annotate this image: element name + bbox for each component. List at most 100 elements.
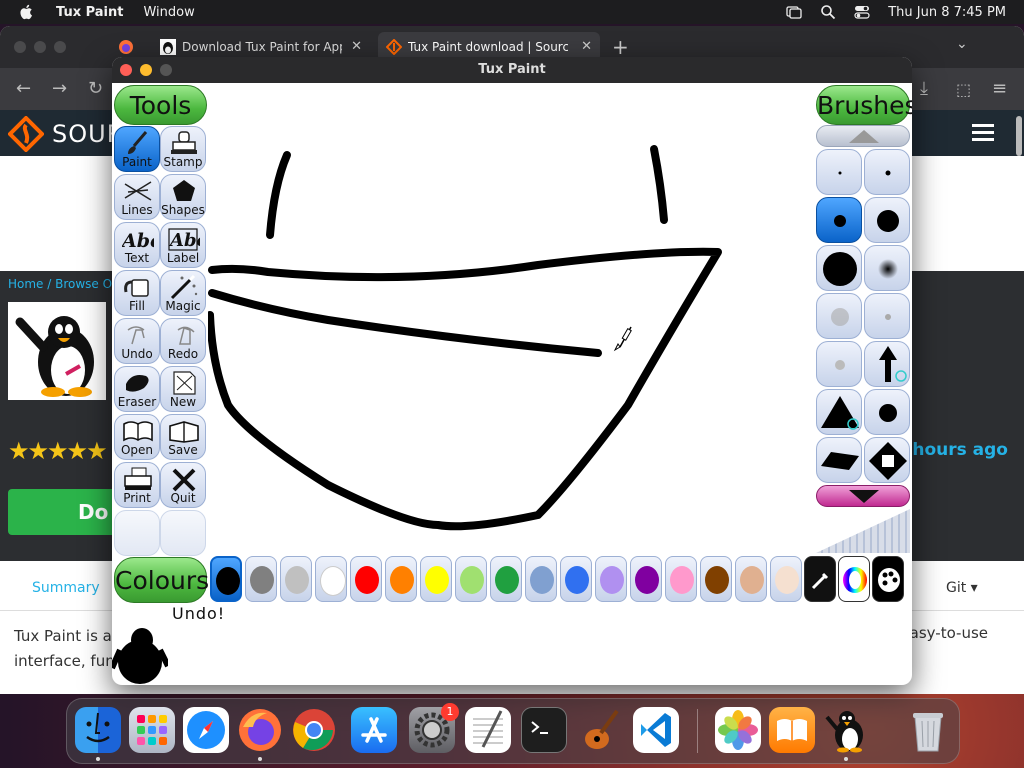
- textedit-icon[interactable]: [465, 707, 511, 753]
- screen-mirroring-icon[interactable]: [786, 4, 802, 20]
- browser-close-button[interactable]: [14, 41, 26, 53]
- tab-close-icon[interactable]: ✕: [351, 39, 362, 54]
- brush-size-slider[interactable]: [816, 509, 910, 553]
- app-store-icon[interactable]: [351, 707, 397, 753]
- colour-swatch[interactable]: [525, 556, 557, 602]
- drawing-canvas[interactable]: [206, 85, 816, 555]
- launchpad-icon[interactable]: [129, 707, 175, 753]
- colour-swatch[interactable]: [245, 556, 277, 602]
- browser-zoom-button[interactable]: [54, 41, 66, 53]
- colour-swatch[interactable]: [700, 556, 732, 602]
- tab-summary[interactable]: Summary: [32, 580, 100, 596]
- tool-open[interactable]: Open: [114, 414, 160, 460]
- forward-arrow-icon[interactable]: →: [52, 78, 67, 99]
- tool-paint[interactable]: Paint: [114, 126, 160, 172]
- firefox-view-icon[interactable]: [118, 39, 134, 55]
- menu-window[interactable]: Window: [143, 5, 194, 20]
- books-icon[interactable]: [769, 707, 815, 753]
- brush-option[interactable]: [864, 389, 910, 435]
- tool-print[interactable]: Print: [114, 462, 160, 508]
- brush-option[interactable]: [816, 341, 862, 387]
- reload-icon[interactable]: ↻: [88, 78, 103, 99]
- tux-paint-dock-icon[interactable]: [823, 707, 869, 753]
- site-menu-icon[interactable]: [972, 124, 994, 142]
- browser-menu-icon[interactable]: ≡: [992, 78, 1007, 99]
- brush-option[interactable]: [816, 389, 862, 435]
- back-arrow-icon[interactable]: ←: [16, 78, 31, 99]
- tool-empty-slot: [160, 510, 206, 556]
- brush-option-selected[interactable]: [816, 197, 862, 243]
- brush-option[interactable]: [864, 245, 910, 291]
- brush-option[interactable]: [864, 293, 910, 339]
- brush-option[interactable]: [816, 293, 862, 339]
- tool-fill[interactable]: Fill: [114, 270, 160, 316]
- chrome-icon[interactable]: [291, 707, 337, 753]
- brush-option[interactable]: [816, 149, 862, 195]
- brush-option[interactable]: [816, 245, 862, 291]
- tool-text[interactable]: Abc Text: [114, 222, 160, 268]
- browser-minimize-button[interactable]: [34, 41, 46, 53]
- tool-shapes[interactable]: Shapes: [160, 174, 206, 220]
- colour-swatch[interactable]: [630, 556, 662, 602]
- colour-swatch[interactable]: [280, 556, 312, 602]
- eyedropper-icon: [811, 572, 829, 590]
- brush-option[interactable]: [864, 197, 910, 243]
- colour-swatch[interactable]: [210, 556, 242, 602]
- brushes-scroll-up[interactable]: [816, 125, 910, 147]
- garageband-icon[interactable]: [577, 707, 623, 753]
- colour-mixer[interactable]: [872, 556, 904, 602]
- terminal-icon[interactable]: [521, 707, 567, 753]
- colour-picker-rainbow[interactable]: [838, 556, 870, 602]
- colour-swatch[interactable]: [315, 556, 347, 602]
- tool-save[interactable]: Save: [160, 414, 206, 460]
- trash-icon[interactable]: [905, 707, 951, 753]
- system-settings-icon[interactable]: 1: [409, 703, 459, 753]
- colour-swatch[interactable]: [770, 556, 802, 602]
- control-center-icon[interactable]: [854, 4, 870, 20]
- vscode-icon[interactable]: [633, 707, 679, 753]
- photos-icon[interactable]: [715, 707, 761, 753]
- brush-option[interactable]: [816, 437, 862, 483]
- brush-option[interactable]: [864, 437, 910, 483]
- firefox-icon[interactable]: [237, 707, 283, 753]
- safari-icon[interactable]: [183, 707, 229, 753]
- tool-new[interactable]: New: [160, 366, 206, 412]
- colour-swatch[interactable]: [385, 556, 417, 602]
- breadcrumb[interactable]: Home / Browse Ope: [8, 277, 127, 291]
- colour-swatch[interactable]: [735, 556, 767, 602]
- colour-picker-dropper[interactable]: [804, 556, 836, 602]
- download-button[interactable]: Do: [8, 489, 118, 535]
- colour-swatch[interactable]: [560, 556, 592, 602]
- tool-redo[interactable]: Redo: [160, 318, 206, 364]
- tool-eraser[interactable]: Eraser: [114, 366, 160, 412]
- tab-list-chevron-icon[interactable]: ⌄: [956, 36, 968, 52]
- tool-lines[interactable]: Lines: [114, 174, 160, 220]
- tab-git[interactable]: Git ▾: [946, 580, 978, 596]
- tab-close-icon[interactable]: ✕: [581, 39, 592, 54]
- tool-stamp[interactable]: Stamp: [160, 126, 206, 172]
- tool-magic[interactable]: Magic: [160, 270, 206, 316]
- colour-swatch[interactable]: [455, 556, 487, 602]
- tool-label[interactable]: Abc Label: [160, 222, 206, 268]
- brushes-scroll-down[interactable]: [816, 485, 910, 507]
- spotlight-search-icon[interactable]: [820, 4, 836, 20]
- brush-option[interactable]: [864, 149, 910, 195]
- menubar-clock[interactable]: Thu Jun 8 7:45 PM: [888, 5, 1006, 20]
- new-tab-icon[interactable]: +: [612, 35, 629, 59]
- apple-menu-icon[interactable]: [18, 3, 36, 21]
- finder-icon[interactable]: [75, 707, 121, 753]
- active-app-name[interactable]: Tux Paint: [56, 5, 123, 20]
- colour-swatch[interactable]: [595, 556, 627, 602]
- colour-swatch[interactable]: [350, 556, 382, 602]
- tool-undo[interactable]: Undo: [114, 318, 160, 364]
- brush-option[interactable]: [864, 341, 910, 387]
- page-scrollbar[interactable]: [1016, 116, 1022, 156]
- colour-swatch[interactable]: [420, 556, 452, 602]
- colour-swatch[interactable]: [665, 556, 697, 602]
- sourceforge-logo-icon[interactable]: [8, 116, 44, 152]
- downloads-icon[interactable]: ⤓: [920, 78, 928, 99]
- description-line: interface, fun: [14, 652, 115, 670]
- tool-quit[interactable]: Quit: [160, 462, 206, 508]
- colour-swatch[interactable]: [490, 556, 522, 602]
- extensions-icon[interactable]: ⬚: [956, 80, 971, 99]
